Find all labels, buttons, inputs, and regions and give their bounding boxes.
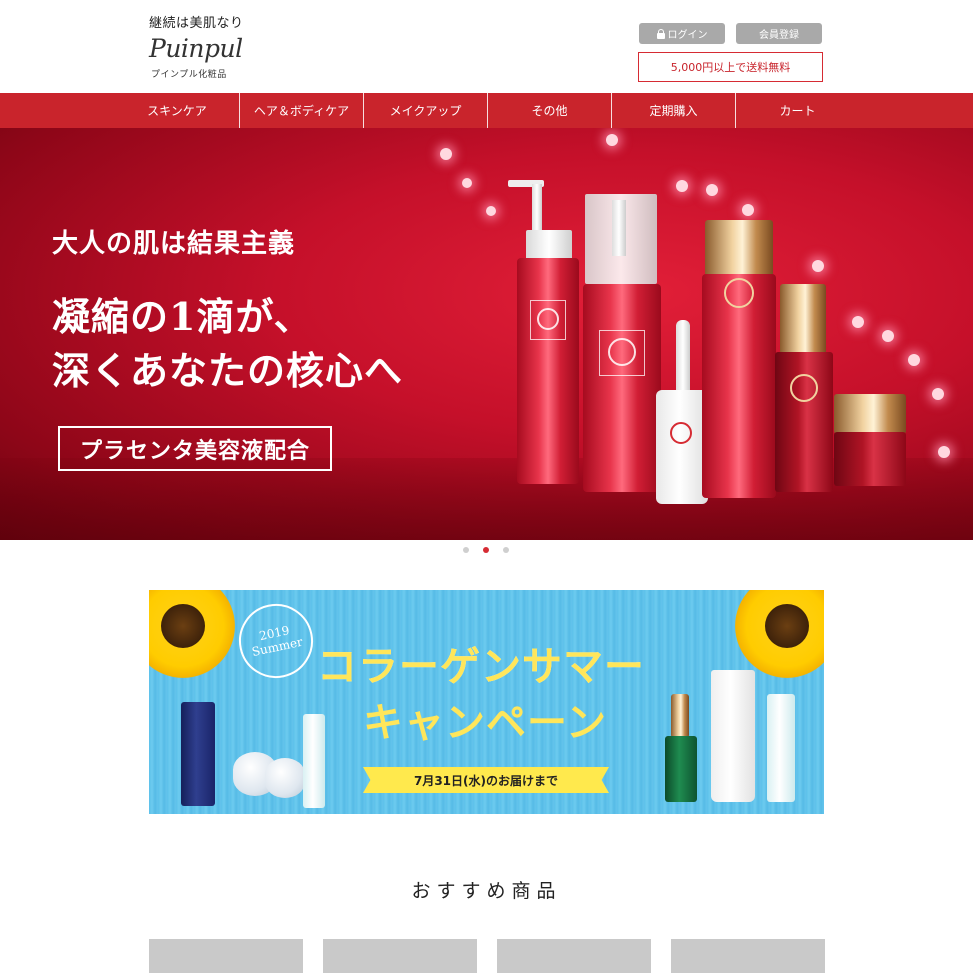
- product-gold-cap: [671, 694, 689, 738]
- free-shipping-notice: 5,000円以上で送料無料: [638, 52, 823, 82]
- product-green-bottle: [665, 736, 697, 802]
- hero-headline: 大人の肌は結果主義: [52, 229, 296, 259]
- campaign-title-line2: キャンペーン: [363, 700, 607, 746]
- carousel-dot-1[interactable]: [463, 547, 469, 553]
- nav-item-subscription[interactable]: 定期購入: [611, 93, 735, 128]
- hero-feature-badge: プラセンタ美容液配合: [58, 426, 332, 471]
- product-jar-closed: [265, 758, 305, 798]
- campaign-deadline-ribbon: 7月31日(水)のお届けまで: [363, 767, 609, 793]
- hero-light-dot: [852, 316, 864, 328]
- summer-2019-badge: 2019 Summer: [232, 597, 320, 685]
- lock-icon: [656, 28, 665, 39]
- hero-copy-line1: 凝縮の1滴が、: [52, 294, 313, 339]
- hero-light-dot: [606, 134, 618, 146]
- nav-item-makeup[interactable]: メイクアップ: [363, 93, 487, 128]
- badge-word: Summer: [250, 634, 304, 660]
- site-logo-subtitle: プインプル化粧品: [151, 70, 227, 80]
- recommended-section-title: おすすめ商品: [411, 880, 562, 902]
- hero-light-dot: [706, 184, 718, 196]
- hero-light-dot: [462, 178, 472, 188]
- site-tagline: 継続は美肌なり: [149, 16, 244, 31]
- main-nav: スキンケア ヘア＆ボディケア メイクアップ その他 定期購入 カート: [0, 93, 973, 128]
- product-card[interactable]: [497, 939, 651, 973]
- sunflower-left-center: [161, 604, 205, 648]
- product-card[interactable]: [149, 939, 303, 973]
- hero-light-dot: [742, 204, 754, 216]
- hero-light-dot: [882, 330, 894, 342]
- register-button[interactable]: 会員登録: [736, 23, 822, 44]
- login-button[interactable]: ログイン: [639, 23, 725, 44]
- site-header: 継続は美肌なり Puinpul プインプル化粧品 ログイン 会員登録 5,000…: [0, 0, 973, 93]
- product-card[interactable]: [323, 939, 477, 973]
- nav-item-skincare[interactable]: スキンケア: [115, 93, 239, 128]
- register-label: 会員登録: [759, 30, 799, 41]
- nav-item-cart[interactable]: カート: [735, 93, 859, 128]
- collagen-summer-campaign-banner[interactable]: 2019 Summer コラーゲンサマー キャンペーン 7月31日(水)のお届け…: [149, 590, 824, 814]
- carousel-dot-3[interactable]: [503, 547, 509, 553]
- hero-copy-line2: 深くあなたの核心へ: [52, 348, 404, 393]
- hero-light-dot: [440, 148, 452, 160]
- hero-light-dot: [486, 206, 496, 216]
- product-serum-bottle: [303, 714, 325, 808]
- campaign-title-line1: コラーゲンサマー: [317, 644, 645, 690]
- nav-item-hair-body[interactable]: ヘア＆ボディケア: [239, 93, 363, 128]
- site-logo[interactable]: Puinpul: [149, 34, 243, 63]
- login-label: ログイン: [667, 30, 708, 41]
- hero-slider[interactable]: 大人の肌は結果主義 凝縮の1滴が、 深くあなたの核心へ プラセンタ美容液配合: [0, 128, 973, 540]
- sunflower-right-center: [765, 604, 809, 648]
- product-collagen-bottle: [181, 702, 215, 806]
- product-collagen-tube: [711, 670, 755, 802]
- hero-light-dot: [812, 260, 824, 272]
- hero-light-dot: [938, 446, 950, 458]
- nav-item-other[interactable]: その他: [487, 93, 611, 128]
- hero-light-dot: [908, 354, 920, 366]
- carousel-dot-2[interactable]: [483, 547, 489, 553]
- product-mist-bottle: [767, 694, 795, 802]
- product-card[interactable]: [671, 939, 825, 973]
- hero-light-dot: [676, 180, 688, 192]
- hero-light-dot: [932, 388, 944, 400]
